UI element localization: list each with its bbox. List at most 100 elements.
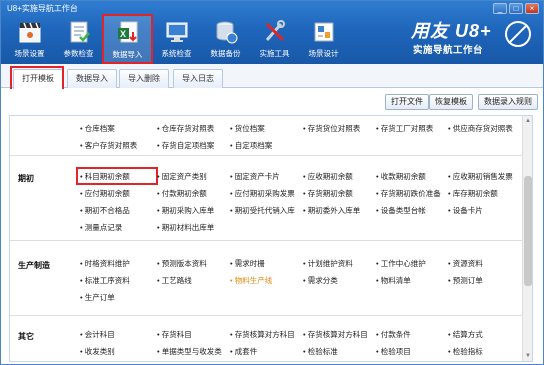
- template-item[interactable]: • 检验指标: [448, 346, 483, 357]
- template-item[interactable]: • 仓库档案: [80, 123, 115, 134]
- template-item[interactable]: • 收款期初余额: [376, 171, 426, 182]
- section-label: 其它: [18, 332, 34, 341]
- tool-label: 参数检查: [63, 49, 94, 58]
- tab-data-import[interactable]: 数据导入: [67, 69, 117, 88]
- template-item[interactable]: • 供应商存货对照表: [448, 123, 513, 134]
- template-item[interactable]: • 工作中心维护: [376, 258, 426, 269]
- section-label: 期初: [18, 174, 34, 183]
- template-item[interactable]: • 设备类型台帐: [376, 205, 426, 216]
- template-item[interactable]: • 成套件: [230, 346, 257, 357]
- window-title: U8+实施导航工作台: [7, 4, 78, 13]
- title-bar: U8+实施导航工作台 _ □ × 场景设置 参数检查 X 数据导入 系统检查 数…: [1, 1, 543, 64]
- template-item[interactable]: • 需求分类: [303, 275, 338, 286]
- tool-label: 场景设置: [14, 49, 45, 58]
- template-item[interactable]: • 工艺路线: [157, 275, 192, 286]
- template-item[interactable]: • 期初材料出库单: [157, 222, 214, 233]
- template-item[interactable]: • 需求时栅: [230, 258, 265, 269]
- template-item[interactable]: • 收发类别: [80, 346, 115, 357]
- section-label: 生产制造: [18, 261, 50, 270]
- template-item[interactable]: • 存货期初余额: [303, 188, 353, 199]
- vertical-scrollbar[interactable]: ▲ ▼: [522, 116, 532, 361]
- minimize-button[interactable]: _: [493, 3, 507, 14]
- template-item[interactable]: • 应付期初采购发票: [230, 188, 295, 199]
- compass-icon: [505, 21, 531, 47]
- template-list: • 仓库档案 • 仓库存货对照表 • 货位档案 • 存货货位对照表 • 存货工厂对照表 •…: [9, 115, 533, 362]
- scroll-up-icon[interactable]: ▲: [524, 117, 532, 125]
- tool-data-import[interactable]: X 数据导入: [102, 14, 153, 64]
- template-item[interactable]: • 自定项档案: [230, 140, 272, 151]
- template-item[interactable]: • 测量点记录: [80, 222, 122, 233]
- brand-tagline: 实施导航工作台: [413, 45, 484, 56]
- template-item[interactable]: • 付款期初余额: [157, 188, 207, 199]
- tool-system-check[interactable]: 系统检查: [152, 15, 201, 63]
- app-window: U8+实施导航工作台 _ □ × 场景设置 参数检查 X 数据导入 系统检查 数…: [0, 0, 544, 365]
- main-toolbar: 场景设置 参数检查 X 数据导入 系统检查 数据备份 实施工具 场景设计: [5, 14, 348, 64]
- template-item[interactable]: • 客户存货对照表: [80, 140, 137, 151]
- template-item[interactable]: • 存货工厂对照表: [376, 123, 433, 134]
- database-icon: [216, 21, 237, 44]
- tool-scene-design[interactable]: 场景设计: [299, 15, 348, 63]
- maximize-button[interactable]: □: [509, 3, 523, 14]
- tool-label: 实施工具: [259, 49, 290, 58]
- template-item[interactable]: • 应付期初余额: [80, 188, 130, 199]
- template-item[interactable]: • 期初委外入库单: [303, 205, 360, 216]
- template-item[interactable]: • 单据类型与收发类: [157, 346, 222, 357]
- template-item[interactable]: • 期初受托代销入库: [230, 205, 295, 216]
- template-item[interactable]: • 付款条件: [376, 329, 411, 340]
- template-item[interactable]: • 会计科目: [80, 329, 115, 340]
- template-item[interactable]: • 预测订单: [448, 275, 483, 286]
- data-entry-rules-button[interactable]: 数据录入规则: [478, 94, 538, 110]
- template-item[interactable]: • 固定资产类别: [157, 171, 207, 182]
- tool-implementation-tools[interactable]: 实施工具: [250, 15, 299, 63]
- tool-data-backup[interactable]: 数据备份: [201, 15, 250, 63]
- tool-label: 系统检查: [161, 49, 192, 58]
- tool-param-check[interactable]: 参数检查: [54, 15, 103, 63]
- template-item[interactable]: • 应收期初余额: [303, 171, 353, 182]
- section-2: 生产制造 • 时格资料维护 • 预测版本资料 • 需求时栅 • 计划维护资料 • 工作中心…: [10, 242, 522, 316]
- template-item[interactable]: • 物料生产线: [230, 275, 272, 286]
- scroll-down-icon[interactable]: ▼: [524, 352, 532, 360]
- template-item[interactable]: • 时格资料维护: [80, 258, 130, 269]
- template-item[interactable]: • 设备卡片: [448, 205, 483, 216]
- restore-template-button[interactable]: 恢复模板: [429, 94, 473, 110]
- template-item[interactable]: • 物料清单: [376, 275, 411, 286]
- scroll-thumb[interactable]: [524, 176, 532, 286]
- tab-import-log[interactable]: 导入日志: [173, 69, 223, 88]
- template-item[interactable]: • 存货核算对方科目: [230, 329, 295, 340]
- template-item[interactable]: • 资源资料: [448, 258, 483, 269]
- tool-scene-settings[interactable]: 场景设置: [5, 15, 54, 63]
- template-item[interactable]: • 库存期初余额: [448, 188, 498, 199]
- template-item[interactable]: • 应收期初销售发票: [448, 171, 513, 182]
- template-item[interactable]: • 存货自定项档案: [157, 140, 214, 151]
- template-item[interactable]: • 计划维护资料: [303, 258, 353, 269]
- item-highlight-box: [76, 167, 158, 185]
- template-item[interactable]: • 存货货位对照表: [303, 123, 360, 134]
- open-file-button[interactable]: 打开文件: [385, 94, 429, 110]
- template-item[interactable]: • 仓库存货对照表: [157, 123, 214, 134]
- tool-label: 场景设计: [308, 49, 339, 58]
- template-item[interactable]: • 期初采购入库单: [157, 205, 214, 216]
- close-button[interactable]: ×: [525, 3, 539, 14]
- template-item[interactable]: • 存货核算对方科目: [303, 329, 368, 340]
- template-item[interactable]: • 存货科目: [157, 329, 192, 340]
- template-item[interactable]: • 期初不合格品: [80, 205, 130, 216]
- template-item[interactable]: • 结算方式: [448, 329, 483, 340]
- template-item[interactable]: • 标准工序资料: [80, 275, 130, 286]
- tool-label: 数据导入: [112, 50, 143, 59]
- template-item[interactable]: • 检验标准: [303, 346, 338, 357]
- monitor-icon: [166, 22, 187, 42]
- section-0: • 仓库档案 • 仓库存货对照表 • 货位档案 • 存货货位对照表 • 存货工厂对照表 •…: [10, 116, 522, 156]
- template-item[interactable]: • 固定资产卡片: [230, 171, 280, 182]
- excel-import-icon: X: [117, 21, 137, 43]
- action-bar: 打开文件 恢复模板 数据录入规则: [1, 89, 543, 113]
- clapperboard-icon: [19, 22, 40, 43]
- section-1: 期初 • 科目期初余额 • 固定资产类别 • 固定资产卡片 • 应收期初余额 • 收款期初…: [10, 157, 522, 241]
- template-item[interactable]: • 货位档案: [230, 123, 265, 134]
- template-item[interactable]: • 预测版本资料: [157, 258, 207, 269]
- tab-import-delete[interactable]: 导入删除: [119, 69, 169, 88]
- tool-label: 数据备份: [210, 49, 241, 58]
- tab-bar: 打开模板 数据导入 导入删除 导入日志: [1, 64, 543, 89]
- template-item[interactable]: • 生产订单: [80, 292, 115, 303]
- template-item[interactable]: • 存货期初跌价准备: [376, 188, 441, 199]
- template-item[interactable]: • 检验项目: [376, 346, 411, 357]
